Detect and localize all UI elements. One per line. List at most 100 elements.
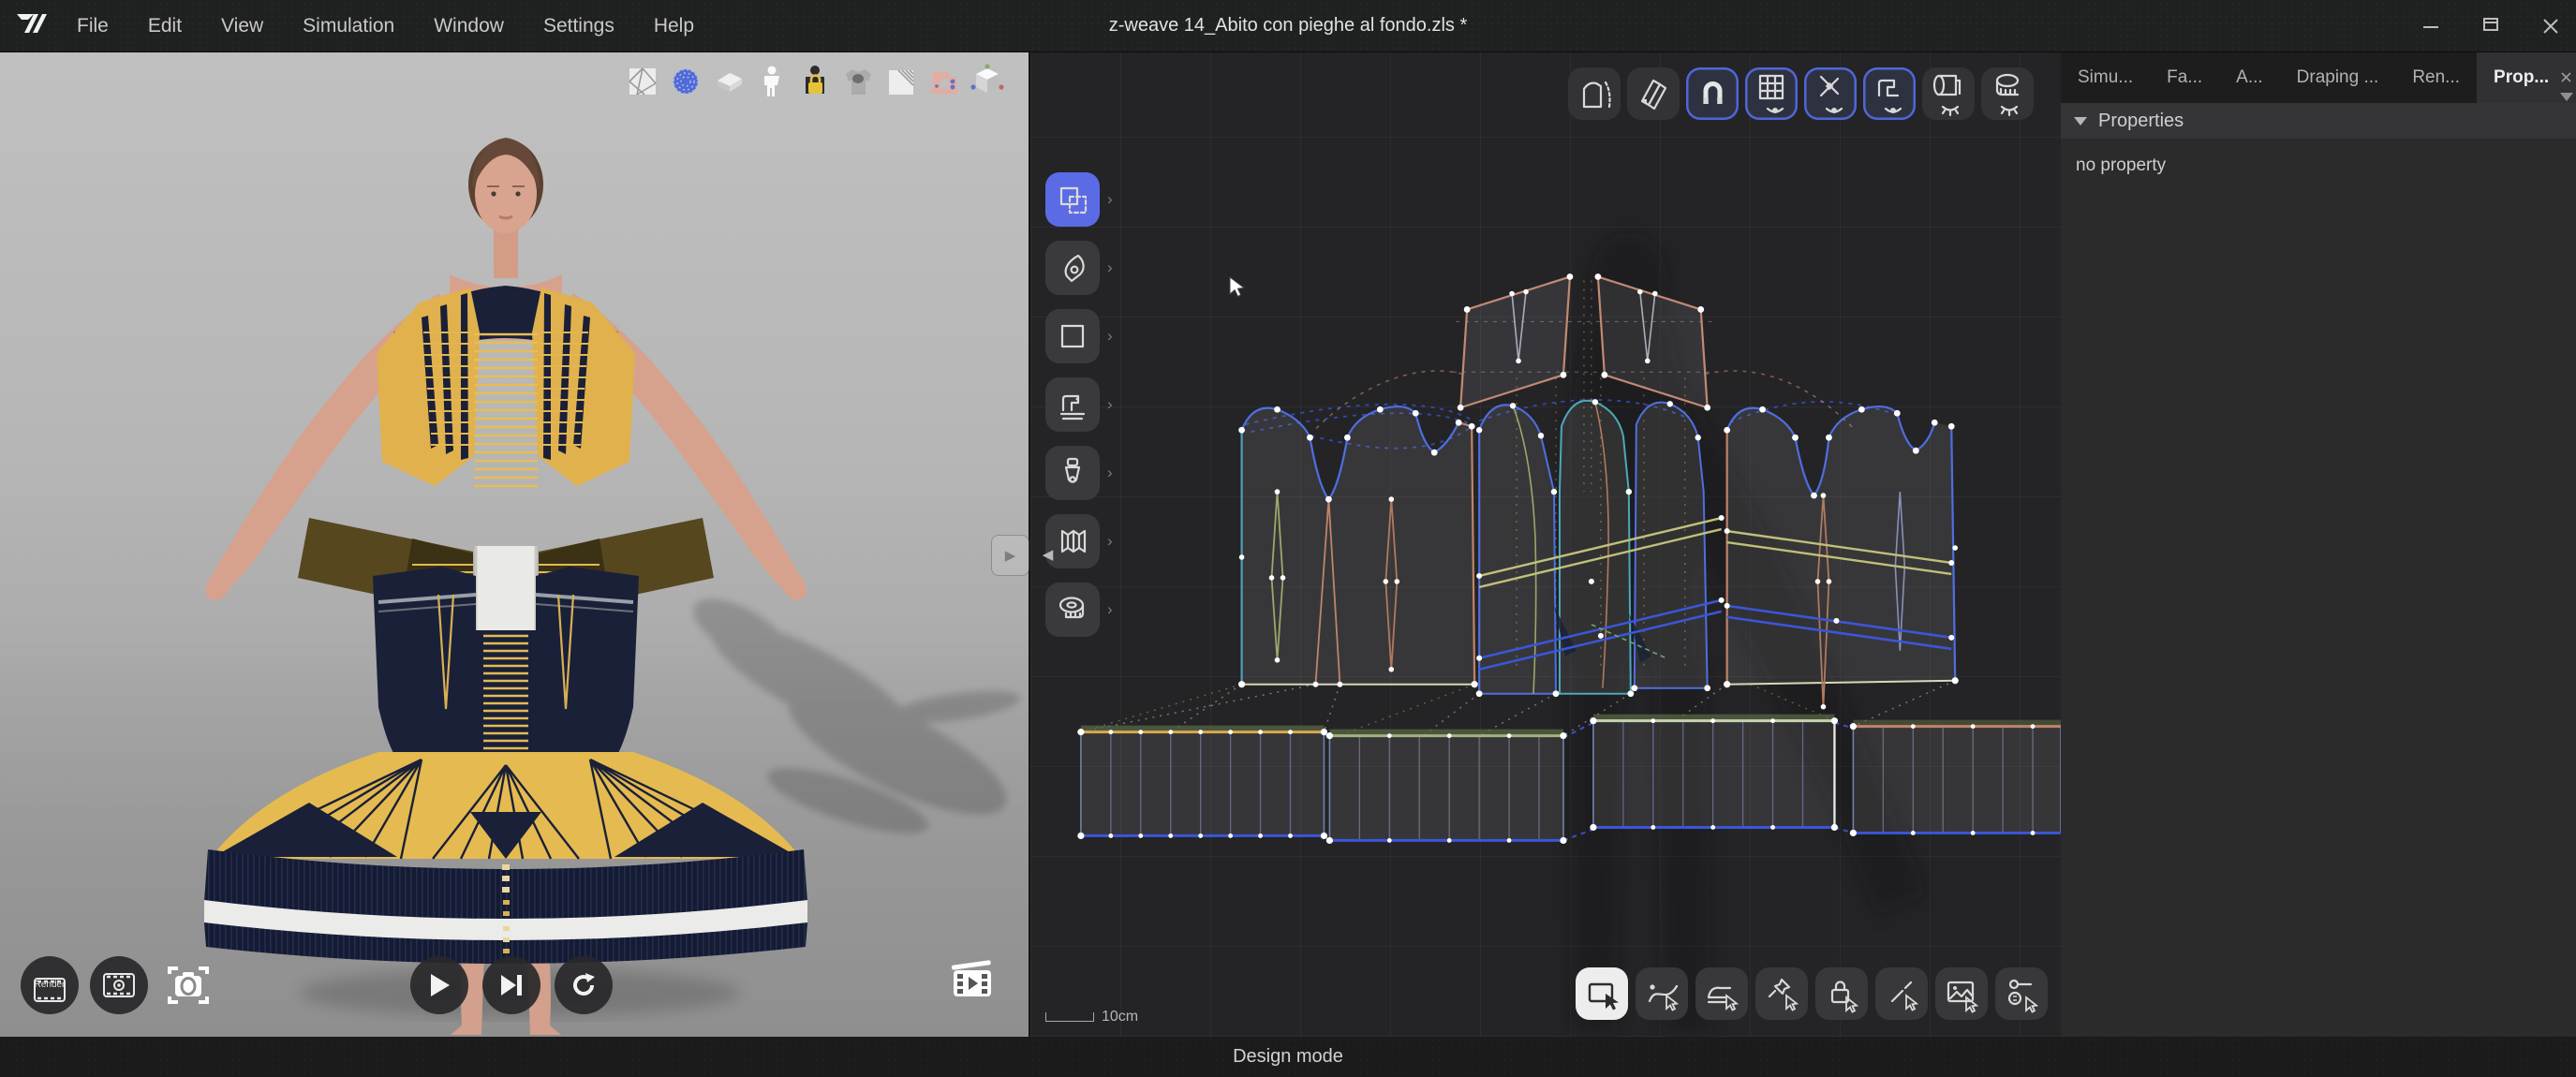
mode-label: Design mode [1233,1046,1343,1068]
fabric-icon[interactable] [882,63,920,100]
pattern-piece-strip-1[interactable] [1081,726,1325,836]
render-label: Render [35,980,66,990]
menubar: File Edit View Simulation Window Setting… [77,15,694,37]
properties-content: no property [2061,139,2576,176]
empty-property-message: no property [2076,155,2166,175]
tool-flyout-chevron[interactable]: › [1107,309,1120,363]
snap-toggle[interactable] [1686,67,1739,120]
tab-simulation[interactable]: Simu... [2061,52,2150,103]
menu-view[interactable]: View [221,15,263,37]
collapse-left-icon[interactable]: ◀ [1029,535,1066,574]
measure-visibility-toggle[interactable] [1981,67,2034,120]
transform-pattern-tool[interactable] [1045,172,1100,227]
reset-button[interactable] [555,956,613,1014]
select-pattern-tool[interactable] [1576,967,1628,1020]
maximize-button[interactable] [2479,14,2503,38]
measure-tool[interactable] [1045,583,1100,637]
statusbar: Design mode [0,1037,2576,1077]
select-line-tool[interactable] [1875,967,1928,1020]
avatar-icon[interactable] [753,63,791,100]
garment-icon[interactable] [839,63,877,100]
pattern-piece-yoke-right[interactable] [1598,277,1708,408]
swatches-toggle[interactable] [1627,67,1680,120]
playback-controls [410,956,613,1014]
scale-bar [1045,1012,1094,1022]
menu-help[interactable]: Help [654,15,694,37]
tool-flyout-chevron[interactable]: › [1107,446,1120,500]
3d-viewport[interactable]: Render [0,52,1029,1037]
scale-label: 10cm [1102,1009,1138,1025]
menu-window[interactable]: Window [434,15,504,37]
pane-divider[interactable]: ▶ ◀ [991,535,1066,578]
stitch-visibility-toggle[interactable] [1863,67,1916,120]
floor-icon[interactable] [710,63,748,100]
tab-close-icon[interactable] [2560,71,2572,83]
tool-flyout-chevron[interactable]: › [1107,377,1120,432]
sewing-machine-icon[interactable] [925,63,963,100]
pattern-piece-back-right[interactable] [1727,406,1956,707]
play-button[interactable] [410,956,468,1014]
pattern-canvas[interactable] [1030,52,2061,1037]
expand-right-icon[interactable]: ▶ [991,535,1029,576]
select-point-tool[interactable] [1636,967,1688,1020]
tab-overflow-icon[interactable] [2560,93,2573,101]
3d-scene [0,52,1029,1037]
tab-draping[interactable]: Draping ... [2280,52,2396,103]
fabric-visibility-toggle[interactable] [1922,67,1975,120]
tab-render[interactable]: Ren... [2395,52,2477,103]
tool-flyout-chevron[interactable]: › [1107,514,1120,568]
mouse-cursor [1229,276,1251,305]
pattern-piece-yoke-left[interactable] [1460,277,1570,408]
document-title: z-weave 14_Abito con pieghe al fondo.zls… [1109,15,1467,37]
gizmo-cube-icon[interactable] [969,63,1006,100]
animation-editor-button[interactable] [948,959,997,1005]
snapshot-button[interactable] [159,956,217,1014]
app-window: File Edit View Simulation Window Setting… [0,0,2576,1077]
titlebar: File Edit View Simulation Window Setting… [0,0,2576,52]
properties-section-header[interactable]: Properties [2061,103,2576,139]
menu-edit[interactable]: Edit [148,15,182,37]
select-lock-tool[interactable] [1815,967,1868,1020]
properties-header-label: Properties [2098,111,2184,132]
pattern-piece-strip-2[interactable] [1329,730,1563,841]
avatar-lock-icon[interactable] [796,63,834,100]
mesh-icon[interactable] [624,63,661,100]
collapse-triangle-icon [2074,117,2087,125]
tool-flyout-chevron[interactable]: › [1107,172,1120,227]
pin-visibility-toggle[interactable] [1804,67,1857,120]
render-button[interactable]: Render [21,956,79,1014]
pattern-piece-strip-4[interactable] [1853,720,2061,834]
menu-file[interactable]: File [77,15,109,37]
panel-tabbar: Simu... Fa... A... Draping ... Ren... Pr… [2061,52,2576,103]
menu-simulation[interactable]: Simulation [303,15,394,37]
scale-indicator: 10cm [1045,1009,1138,1025]
sewing-tool[interactable] [1045,377,1100,432]
record-video-button[interactable] [90,956,148,1014]
tab-fabric[interactable]: Fa... [2150,52,2219,103]
select-pin-tool[interactable] [1755,967,1808,1020]
3d-display-toolbar [624,63,1006,100]
step-forward-button[interactable] [482,956,540,1014]
close-button[interactable] [2539,14,2563,38]
select-sewing-tool[interactable] [1695,967,1748,1020]
select-accessory-tool[interactable] [1995,967,2048,1020]
menu-settings[interactable]: Settings [543,15,614,37]
minimize-button[interactable] [2419,14,2443,38]
app-logo-icon [13,9,52,42]
particle-sphere-icon[interactable] [667,63,704,100]
seam-allowance-toggle[interactable] [1568,67,1621,120]
capture-controls: Render [21,956,217,1014]
tab-accessory[interactable]: A... [2219,52,2280,103]
tool-flyout-chevron[interactable]: › [1107,583,1120,637]
edit-curvature-tool[interactable] [1045,241,1100,295]
zipper-tool[interactable] [1045,446,1100,500]
select-print-tool[interactable] [1935,967,1988,1020]
grid-toggle[interactable] [1745,67,1798,120]
pattern-piece-back-left[interactable] [1242,406,1475,685]
2d-viewport[interactable]: › › › › › › › [1029,52,2061,1037]
pattern-piece-strip-3[interactable] [1593,715,1835,828]
right-panel: Simu... Fa... A... Draping ... Ren... Pr… [2061,52,2576,1037]
polygon-tool[interactable] [1045,309,1100,363]
tool-flyout-chevron[interactable]: › [1107,241,1120,295]
tab-properties-label: Prop... [2494,67,2549,88]
